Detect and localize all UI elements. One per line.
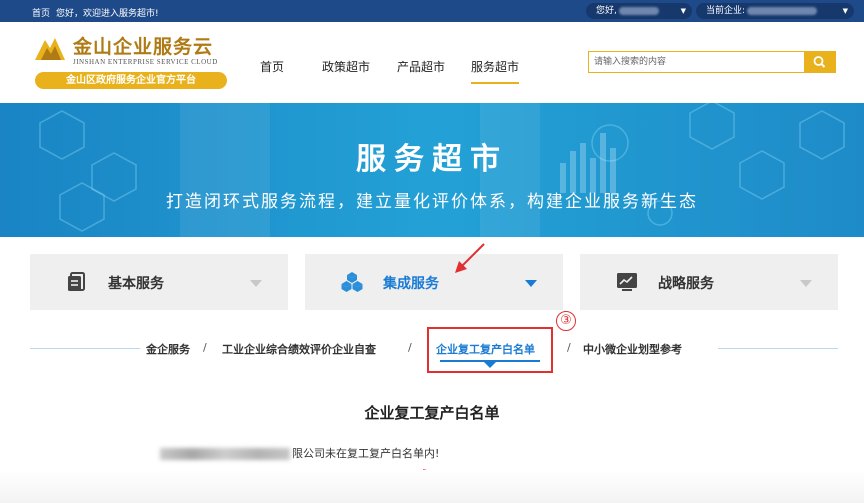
tab-integrated-service[interactable]: 集成服务 bbox=[305, 254, 563, 310]
chevron-down-icon bbox=[800, 280, 812, 287]
footer-fade bbox=[0, 470, 864, 503]
banner-title: 服务超市 bbox=[356, 142, 508, 177]
company-name-redacted bbox=[160, 448, 290, 460]
top-bar: 首页 您好，欢迎进入服务超市! 您好, ▼ 当前企业: ▼ bbox=[0, 0, 864, 22]
chevron-down-icon: ▼ bbox=[842, 7, 848, 15]
chevron-down-icon bbox=[525, 280, 537, 287]
subnav-item-performance-selfcheck[interactable]: 工业企业综合绩效评价企业自查 bbox=[222, 341, 376, 357]
tab-strategic-service[interactable]: 战略服务 bbox=[580, 254, 838, 310]
annotation-highlight-box bbox=[427, 327, 553, 373]
tab-label: 集成服务 bbox=[383, 276, 439, 292]
tab-label: 战略服务 bbox=[658, 276, 714, 292]
logo-title: 金山企业服务云 bbox=[73, 36, 214, 58]
user-name-redacted bbox=[618, 6, 659, 15]
mountain-logo-icon bbox=[35, 38, 65, 60]
search-box bbox=[588, 51, 836, 73]
company-name-redacted bbox=[747, 6, 818, 15]
result-message: 限公司未在复工复产白名单内! bbox=[160, 445, 439, 461]
site-logo[interactable]: 金山企业服务云 JINSHAN ENTERPRISE SERVICE CLOUD… bbox=[33, 32, 233, 94]
home-link[interactable]: 首页 bbox=[32, 6, 50, 19]
subnav-separator: / bbox=[567, 341, 571, 354]
search-input[interactable] bbox=[589, 52, 804, 72]
company-label: 当前企业: bbox=[706, 6, 746, 16]
document-icon bbox=[68, 272, 85, 291]
subnav-item-jinqi-service[interactable]: 金企服务 bbox=[146, 341, 190, 357]
banner-subtitle: 打造闭环式服务流程，建立量化评价体系，构建企业服务新生态 bbox=[166, 192, 698, 212]
nav-policy-market[interactable]: 政策超市 bbox=[322, 58, 370, 75]
search-icon bbox=[813, 56, 826, 68]
user-dropdown[interactable]: 您好, ▼ bbox=[586, 3, 692, 19]
welcome-text: 您好，欢迎进入服务超市! bbox=[56, 9, 159, 19]
logo-subtitle-en: JINSHAN ENTERPRISE SERVICE CLOUD bbox=[73, 58, 218, 66]
nav-service-market[interactable]: 服务超市 bbox=[471, 58, 520, 84]
nav-home[interactable]: 首页 bbox=[260, 58, 284, 75]
chart-icon bbox=[617, 273, 637, 291]
hero-banner: 服务超市 打造闭环式服务流程，建立量化评价体系，构建企业服务新生态 bbox=[0, 103, 864, 237]
search-button[interactable] bbox=[804, 52, 835, 72]
subnav-separator: / bbox=[203, 341, 207, 354]
subnav-separator: / bbox=[408, 341, 412, 354]
logo-slogan: 金山区政府服务企业官方平台 bbox=[35, 72, 227, 89]
chevron-down-icon bbox=[250, 280, 262, 287]
chevron-down-icon: ▼ bbox=[680, 7, 686, 15]
tab-basic-service[interactable]: 基本服务 bbox=[30, 254, 288, 310]
cubes-icon bbox=[341, 272, 363, 292]
company-dropdown[interactable]: 当前企业: ▼ bbox=[696, 3, 854, 19]
annotation-step-number: ③ bbox=[556, 311, 576, 331]
result-message-text: 限公司未在复工复产白名单内! bbox=[292, 447, 440, 460]
top-bar-left: 首页 您好，欢迎进入服务超市! bbox=[32, 6, 159, 19]
tab-label: 基本服务 bbox=[108, 276, 164, 292]
nav-product-market[interactable]: 产品超市 bbox=[397, 58, 445, 75]
user-label: 您好, bbox=[596, 6, 617, 16]
subnav-item-sme-classification[interactable]: 中小微企业划型参考 bbox=[583, 341, 682, 357]
result-title: 企业复工复产白名单 bbox=[364, 404, 500, 422]
site-header: 金山企业服务云 JINSHAN ENTERPRISE SERVICE CLOUD… bbox=[0, 22, 864, 103]
